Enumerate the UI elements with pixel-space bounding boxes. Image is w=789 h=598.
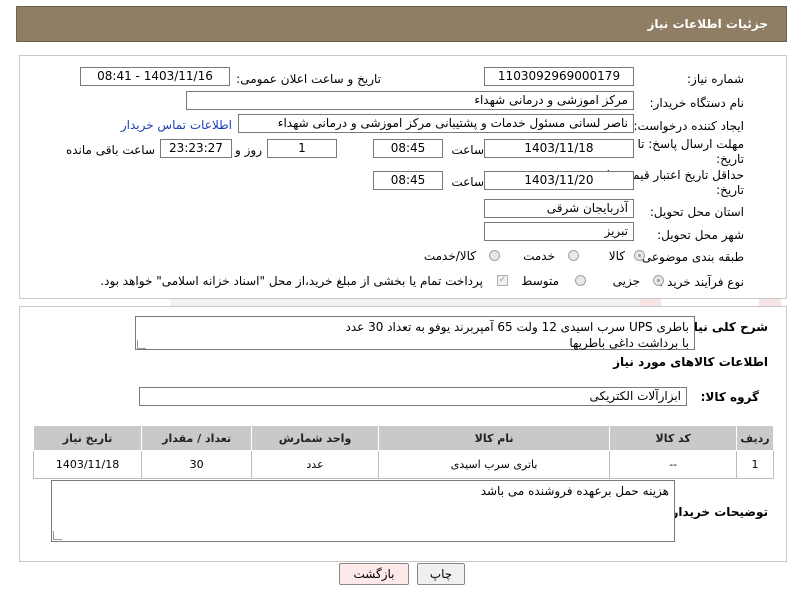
- col-date: تاریخ نیاز: [32, 425, 143, 451]
- city-field[interactable]: تبریز: [484, 222, 634, 241]
- deadline-label-2: تاریخ:: [716, 152, 744, 166]
- remaining-time-label: ساعت باقی مانده: [65, 143, 155, 157]
- table-row[interactable]: 1 -- باتری سرب اسیدی عدد 30 1403/11/18: [32, 450, 775, 479]
- treasury-note: پرداخت تمام یا بخشی از مبلغ خرید،از محل …: [100, 274, 483, 288]
- category-radio-goods-service[interactable]: [489, 250, 500, 261]
- goods-group-field[interactable]: ابزارآلات الکتریکی: [139, 387, 687, 406]
- col-name: نام کالا: [377, 425, 611, 451]
- announce-datetime-field[interactable]: 1403/11/16 - 08:41: [80, 67, 230, 86]
- purchase-type-radio-minor[interactable]: [653, 275, 664, 286]
- cell-date: 1403/11/18: [32, 450, 143, 479]
- category-radio-service[interactable]: [568, 250, 579, 261]
- province-field[interactable]: آذربایجان شرقی: [484, 199, 634, 218]
- days-remaining-field[interactable]: 1: [267, 139, 337, 158]
- requester-label: ایجاد کننده درخواست:: [633, 119, 744, 133]
- category-radio-goods[interactable]: [634, 250, 645, 261]
- deadline-time-field[interactable]: 08:45: [373, 139, 443, 158]
- days-label: روز و: [235, 143, 262, 157]
- goods-info-title: اطلاعات کالاهای مورد نیاز: [613, 355, 768, 369]
- price-validity-time-label: ساعت: [451, 175, 484, 189]
- price-validity-label-2: تاریخ:: [716, 183, 744, 197]
- goods-table: ردیف کد کالا نام کالا واحد شمارش تعداد /…: [32, 425, 775, 479]
- purchase-type-option-medium: متوسط: [521, 274, 559, 288]
- treasury-checkbox[interactable]: ✓: [497, 275, 508, 286]
- city-label: شهر محل تحویل:: [657, 228, 744, 242]
- buyer-notes-resize-handle[interactable]: [53, 531, 62, 540]
- col-code: کد کالا: [609, 425, 737, 451]
- col-qty: تعداد / مقدار: [141, 425, 253, 451]
- buyer-org-label: نام دستگاه خریدار:: [649, 96, 745, 110]
- purchase-type-label: نوع فرآیند خرید :: [659, 275, 744, 289]
- panel-header: جزئیات اطلاعات نیاز: [16, 6, 787, 42]
- goods-table-header: ردیف کد کالا نام کالا واحد شمارش تعداد /…: [32, 425, 775, 451]
- page-title: جزئیات اطلاعات نیاز: [647, 17, 768, 31]
- cell-code: --: [609, 450, 737, 479]
- deadline-date-field[interactable]: 1403/11/18: [484, 139, 634, 158]
- description-textarea[interactable]: باطری UPS سرب اسیدی 12 ولت 65 آمپربرند ی…: [135, 316, 695, 350]
- need-number-field[interactable]: 1103092969000179: [484, 67, 634, 86]
- deadline-label: مهلت ارسال پاسخ: تا: [637, 137, 744, 151]
- category-label: طبقه بندی موضوعی:: [637, 250, 744, 264]
- cell-name: باتری سرب اسیدی: [377, 450, 611, 479]
- col-unit: واحد شمارش: [251, 425, 379, 451]
- col-row: ردیف: [735, 425, 775, 451]
- back-button[interactable]: بازگشت: [339, 563, 409, 585]
- cell-qty: 30: [141, 450, 253, 479]
- description-resize-handle[interactable]: [137, 340, 146, 349]
- price-validity-time-field[interactable]: 08:45: [373, 171, 443, 190]
- category-option-goods-service: کالا/خدمت: [423, 249, 476, 263]
- price-validity-date-field[interactable]: 1403/11/20: [484, 171, 634, 190]
- category-option-service: خدمت: [523, 249, 555, 263]
- announce-datetime-label: تاریخ و ساعت اعلان عمومی:: [236, 72, 381, 86]
- purchase-type-option-minor: جزیی: [612, 274, 640, 288]
- buyer-org-field[interactable]: مرکز اموزشی و درمانی شهداء: [186, 91, 634, 110]
- need-number-label: شماره نیاز:: [687, 72, 744, 86]
- requester-field[interactable]: ناصر لسانی مسئول خدمات و پشتیبانی مرکز ا…: [238, 114, 634, 133]
- purchase-type-radio-medium[interactable]: [575, 275, 586, 286]
- remaining-time-field[interactable]: 23:23:27: [160, 139, 232, 158]
- print-button[interactable]: چاپ: [417, 563, 465, 585]
- cell-row: 1: [735, 450, 775, 479]
- buyer-notes-label: توضیحات خریدار:: [666, 505, 768, 519]
- province-label: استان محل تحویل:: [649, 205, 744, 219]
- buyer-notes-textarea[interactable]: هزینه حمل برعهده فروشنده می باشد: [51, 480, 675, 542]
- category-option-goods: کالا: [608, 249, 625, 263]
- cell-unit: عدد: [251, 450, 379, 479]
- goods-group-label: گروه کالا:: [700, 390, 759, 404]
- deadline-time-label: ساعت: [451, 143, 484, 157]
- buyer-contact-link[interactable]: اطلاعات تماس خریدار: [121, 118, 232, 132]
